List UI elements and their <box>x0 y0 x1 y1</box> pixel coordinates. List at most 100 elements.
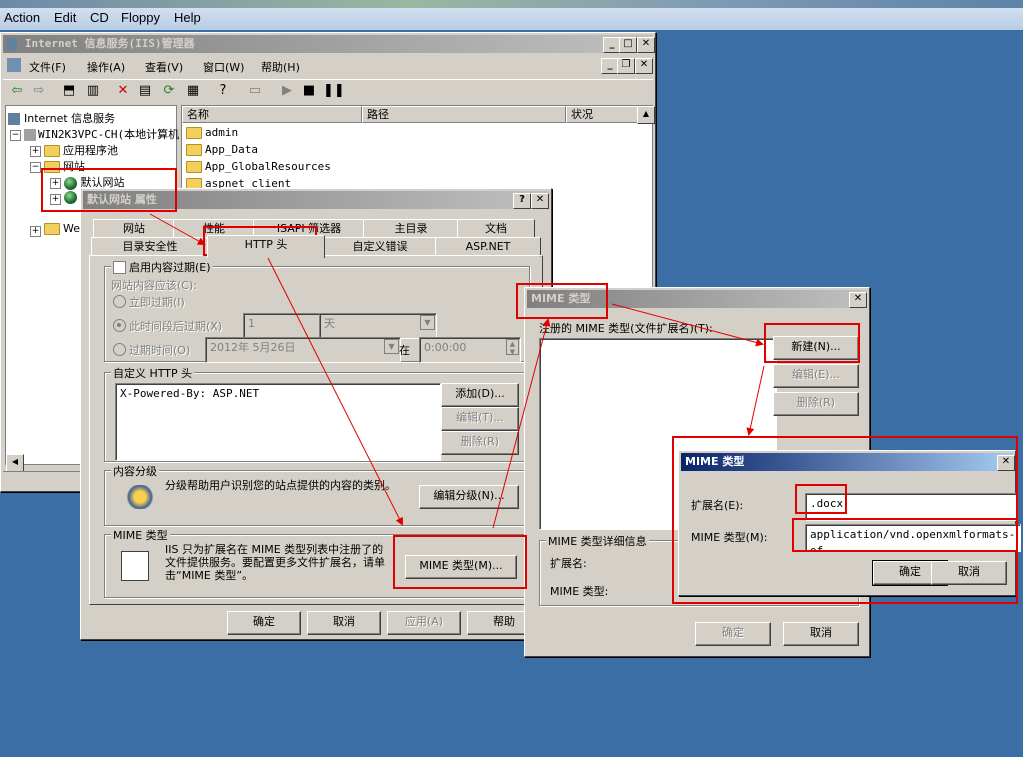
export-icon[interactable]: ▦ <box>185 83 201 99</box>
content-rating-group: 内容分级 分级帮助用户识别您的站点提供的内容的类别。 编辑分级(N)... <box>104 463 530 526</box>
mime-document-icon <box>121 551 149 581</box>
custom-headers-group-label: 自定义 HTTP 头 <box>111 365 195 381</box>
list-scroll-up[interactable]: ▲ <box>637 106 655 124</box>
properties-icon[interactable]: ▤ <box>137 83 153 99</box>
pause-icon[interactable]: ❚❚ <box>323 83 345 99</box>
host-menubar: Action Edit CD Floppy Help <box>0 0 1023 30</box>
tree-server-label: WIN2K3VPC-CH(本地计算机 <box>38 128 180 141</box>
iis-root-icon <box>8 113 20 125</box>
maximize-button[interactable]: □ <box>619 37 637 53</box>
menu-view[interactable]: 查看(V) <box>145 59 183 75</box>
list-item-label: App_GlobalResources <box>205 160 331 173</box>
iis-menubar: 文件(F) 操作(A) 查看(V) 窗口(W) 帮助(H) _ ❐ ✕ <box>3 55 653 75</box>
tab-website[interactable]: 网站 <box>93 219 175 239</box>
edit-mime-button[interactable]: 编辑(E)... <box>773 364 859 388</box>
radio-expire-immediately-label[interactable]: 立即过期(I) <box>129 294 185 310</box>
back-icon[interactable]: ⇦ <box>9 83 25 99</box>
tree-expander[interactable]: − <box>30 162 41 173</box>
iis-toolbar: ⇦ ⇨ ⬒ ▥ ✕ ▤ ⟳ ▦ ? ▭ ▶ ■ ❚❚ <box>3 79 653 103</box>
radio-expire-after[interactable] <box>113 319 126 332</box>
expire-after-value-field[interactable]: 1 <box>243 313 325 339</box>
radio-expire-immediately[interactable] <box>113 295 126 308</box>
menu-help[interactable]: 帮助(H) <box>261 59 300 75</box>
delete-mime-button[interactable]: 删除(R) <box>773 392 859 416</box>
tab-directory-security[interactable]: 目录安全性 <box>91 237 209 257</box>
column-header-status[interactable]: 状况 <box>566 106 638 123</box>
tree-scroll-left[interactable]: ◀ <box>6 454 24 472</box>
tree-root[interactable]: Internet 信息服务 <box>8 110 115 126</box>
radio-expire-on-label[interactable]: 过期时间(O) <box>129 342 190 358</box>
stop-icon[interactable]: ■ <box>301 83 317 99</box>
tab-home-directory[interactable]: 主目录 <box>363 219 459 239</box>
iis-app-icon <box>7 38 17 50</box>
props-apply-button[interactable]: 应用(A) <box>387 611 461 635</box>
column-header-name[interactable]: 名称 <box>182 106 362 123</box>
delete-icon[interactable]: ✕ <box>115 83 131 99</box>
mime-type-label: MIME 类型: <box>550 585 609 598</box>
mdi-restore-button[interactable]: ❐ <box>617 58 635 74</box>
iis-titlebar: Internet 信息服务(IIS)管理器 <box>3 35 653 53</box>
tab-custom-errors[interactable]: 自定义错误 <box>323 237 437 257</box>
delete-header-button[interactable]: 删除(R) <box>441 431 519 455</box>
mime-close-button[interactable]: ✕ <box>849 292 867 308</box>
mdi-close-button[interactable]: ✕ <box>635 58 653 74</box>
host-background-strip <box>0 0 1023 8</box>
expire-unit-value: 天 <box>324 317 335 330</box>
tree-app-pools[interactable]: 应用程序池 <box>44 142 118 158</box>
radio-expire-after-label[interactable]: 此时间段后过期(X) <box>129 318 222 334</box>
close-button[interactable]: ✕ <box>637 37 655 53</box>
tree-expander[interactable]: + <box>30 146 41 157</box>
mime-ok-button[interactable]: 确定 <box>695 622 771 646</box>
add-header-button[interactable]: 添加(D)... <box>441 383 519 407</box>
tab-aspnet[interactable]: ASP.NET <box>435 237 541 257</box>
custom-headers-list[interactable]: X-Powered-By: ASP.NET <box>115 383 441 461</box>
expire-time-value: 0:00:00 <box>424 341 467 354</box>
custom-header-item[interactable]: X-Powered-By: ASP.NET <box>120 387 259 400</box>
expire-date-picker[interactable]: 2012年 5月26日 ▼ <box>205 337 401 363</box>
edit-ratings-button[interactable]: 编辑分级(N)... <box>419 485 519 509</box>
computer-icon[interactable]: ▭ <box>247 83 263 99</box>
enable-expiration-checkbox[interactable] <box>113 261 126 274</box>
tree-server[interactable]: WIN2K3VPC-CH(本地计算机 <box>24 126 179 142</box>
menu-file[interactable]: 文件(F) <box>29 59 66 75</box>
expire-on-separator: 在 <box>399 344 410 357</box>
tab-documents[interactable]: 文档 <box>457 219 535 239</box>
list-item[interactable]: App_Data <box>186 143 258 156</box>
host-menu-edit[interactable]: Edit <box>54 10 76 25</box>
chevron-down-icon[interactable]: ▼ <box>384 339 399 354</box>
props-cancel-button[interactable]: 取消 <box>307 611 381 635</box>
forward-icon[interactable]: ⇨ <box>31 83 47 99</box>
mime-cancel-button[interactable]: 取消 <box>783 622 859 646</box>
radio-expire-on[interactable] <box>113 343 126 356</box>
props-help-button[interactable]: ? <box>513 193 531 209</box>
host-menu-action[interactable]: Action <box>4 10 40 25</box>
chevron-down-icon[interactable]: ▼ <box>420 315 435 330</box>
menu-window[interactable]: 窗口(W) <box>203 59 244 75</box>
enable-expiration-label[interactable]: 启用内容过期(E) <box>129 261 211 274</box>
tab-http-headers[interactable]: HTTP 头 <box>207 235 325 258</box>
expire-unit-select[interactable]: 天 ▼ <box>319 313 437 339</box>
host-menu-help[interactable]: Help <box>174 10 201 25</box>
list-item[interactable]: App_GlobalResources <box>186 160 331 173</box>
expiration-group: 启用内容过期(E) 网站内容应该(C): 立即过期(I) 此时间段后过期(X) … <box>104 259 530 363</box>
expire-date-value: 2012年 5月26日 <box>210 341 296 354</box>
show-tree-icon[interactable]: ▥ <box>85 83 101 99</box>
props-close-button[interactable]: ✕ <box>531 193 549 209</box>
edit-header-button[interactable]: 编辑(T)... <box>441 407 519 431</box>
tree-expander[interactable]: + <box>30 226 41 237</box>
spinner-icon[interactable]: ▲ ▼ <box>506 339 519 356</box>
props-ok-button[interactable]: 确定 <box>227 611 301 635</box>
menu-action[interactable]: 操作(A) <box>87 59 125 75</box>
host-menu-cd[interactable]: CD <box>90 10 109 25</box>
folder-icon <box>44 223 60 235</box>
up-folder-icon[interactable]: ⬒ <box>61 83 77 99</box>
host-menu-floppy[interactable]: Floppy <box>121 10 160 25</box>
list-item[interactable]: admin <box>186 126 238 139</box>
expire-time-field[interactable]: 0:00:00 ▲ ▼ <box>419 337 521 363</box>
tree-expander[interactable]: − <box>10 130 21 141</box>
refresh-icon[interactable]: ⟳ <box>161 83 177 99</box>
help-icon[interactable]: ? <box>215 83 231 99</box>
expiration-label: 网站内容应该(C): <box>111 279 197 292</box>
column-header-path[interactable]: 路径 <box>362 106 566 123</box>
play-icon[interactable]: ▶ <box>279 83 295 99</box>
